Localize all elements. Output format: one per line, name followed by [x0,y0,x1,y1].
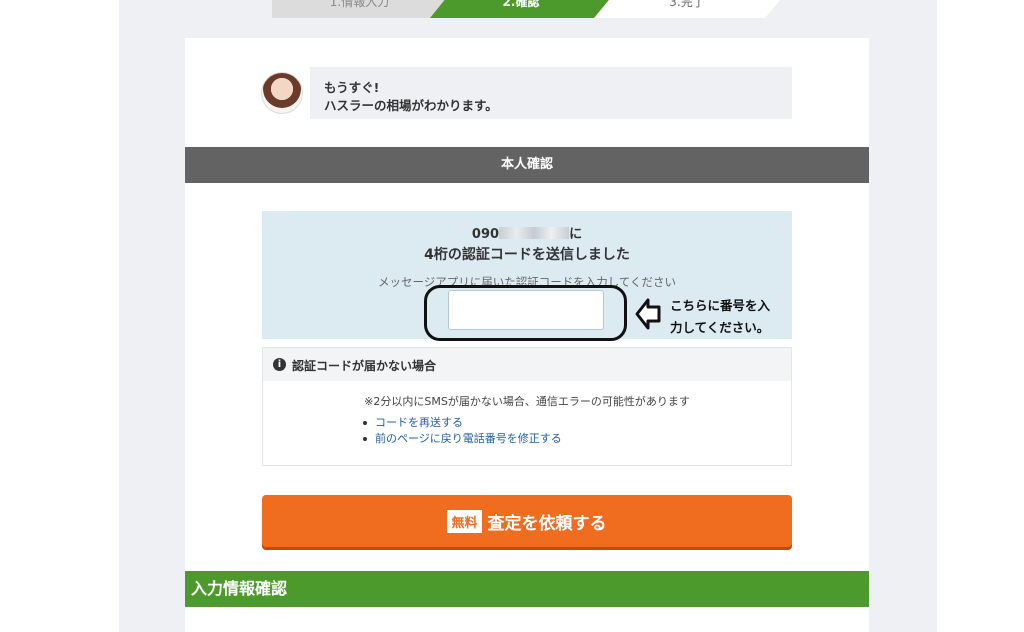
step-input: 1.情報入力 [272,0,447,18]
code-not-received-header: i 認証コードが届かない場合 [263,348,791,381]
code-not-received-title: 認証コードが届かない場合 [292,359,437,373]
operator-message-line2: ハスラーの相場がわかります。 [324,98,498,113]
section-header-input-review: 入力情報確認 [185,571,869,607]
phone-prefix: 090 [471,227,500,242]
phone-number-line: 090 に [262,223,792,242]
masked-phone-number [499,227,570,239]
operator-message-line1: もうすぐ! [324,80,380,95]
step-input-label: 1.情報入力 [329,0,390,9]
help-links: コードを再送する 前のページに戻り電話番号を修正する [361,415,562,447]
free-badge: 無料 [447,509,482,533]
sms-error-note: ※2分以内にSMSが届かない場合、通信エラーの可能性があります [364,395,690,408]
annotation-text: こちらに番号を入 力してください。 [670,295,780,339]
code-not-received-box: i 認証コードが届かない場合 ※2分以内にSMSが届かない場合、通信エラーの可能… [262,347,792,466]
operator-message: もうすぐ! ハスラーの相場がわかります。 [310,67,792,119]
arrow-left-icon [635,298,661,330]
edit-phone-link[interactable]: 前のページに戻り電話番号を修正する [375,432,562,445]
list-item: 前のページに戻り電話番号を修正する [361,431,562,447]
code-input-hint: メッセージアプリに届いた認証コードを入力してください [377,275,677,289]
resend-code-link[interactable]: コードを再送する [375,416,463,429]
section-header-identity: 本人確認 [185,147,869,183]
bullet [363,437,367,441]
annotation-line2: 力してください。 [670,320,770,335]
step-confirm-label: 2.確認 [502,0,540,9]
verification-code-input[interactable] [448,290,604,330]
info-icon: i [273,358,286,371]
step-confirm: 2.確認 [430,0,612,18]
step-complete-label: 3.完了 [669,0,705,9]
request-appraisal-label: 査定を依頼する [487,513,607,534]
step-complete: 3.完了 [594,0,780,18]
step-indicator: 1.情報入力 2.確認 3.完了 [272,0,792,18]
phone-suffix: に [569,227,583,242]
code-sent-message: 4桁の認証コードを送信しました [424,247,630,263]
list-item: コードを再送する [361,415,562,431]
annotation-line1: こちらに番号を入 [670,298,771,313]
request-appraisal-button[interactable]: 無料 査定を依頼する [262,495,792,547]
operator-avatar [261,72,303,114]
bullet [363,421,367,425]
